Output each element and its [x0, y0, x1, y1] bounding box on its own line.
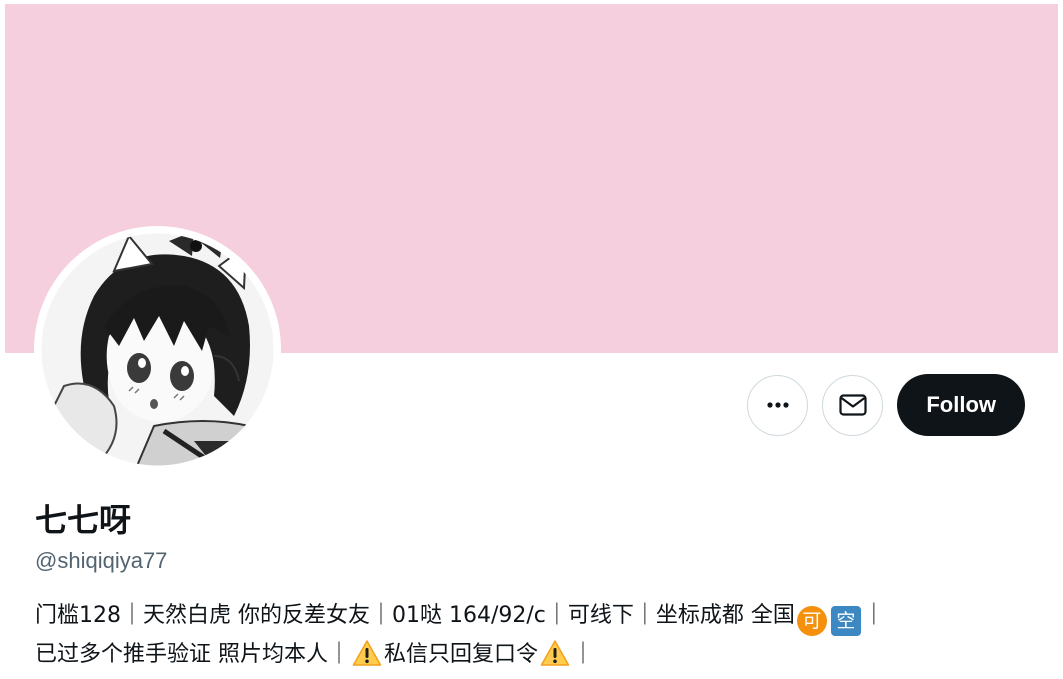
profile-actions: Follow: [747, 374, 1025, 436]
bio-line-2: 已过多个推手验证 照片均本人｜ 私信只回复口令 ｜: [35, 636, 1025, 674]
bio-text: ｜: [862, 603, 885, 628]
warning-icon: [352, 640, 382, 666]
bio-text: ｜: [572, 642, 595, 667]
avatar[interactable]: [34, 226, 281, 473]
warning-icon: [540, 640, 570, 666]
more-horizontal-icon: [767, 402, 789, 408]
more-button[interactable]: [747, 374, 809, 436]
bio-text: 已过多个推手验证 照片均本人｜: [35, 642, 350, 667]
profile-page: Follow 七七呀 @shiqiqiya77 门槛128｜天然白虎 你的反差女…: [0, 0, 1063, 679]
avatar-illustration: [40, 232, 275, 467]
bio-text: 门槛128｜天然白虎 你的反差女友｜01哒 164/92/c｜可线下｜坐标成都 …: [35, 603, 795, 628]
message-button[interactable]: [822, 374, 884, 436]
profile-bio: 门槛128｜天然白虎 你的反差女友｜01哒 164/92/c｜可线下｜坐标成都 …: [35, 597, 1025, 674]
bio-text: 私信只回复口令: [384, 642, 539, 667]
display-name: 七七呀: [35, 501, 132, 539]
follow-button[interactable]: Follow: [897, 374, 1025, 436]
emoji-kong: 空: [830, 606, 861, 636]
bio-line-1: 门槛128｜天然白虎 你的反差女友｜01哒 164/92/c｜可线下｜坐标成都 …: [35, 597, 1025, 636]
user-handle: @shiqiqiya77: [35, 548, 168, 573]
envelope-icon: [839, 394, 867, 416]
emoji-ke: 可: [796, 606, 827, 636]
